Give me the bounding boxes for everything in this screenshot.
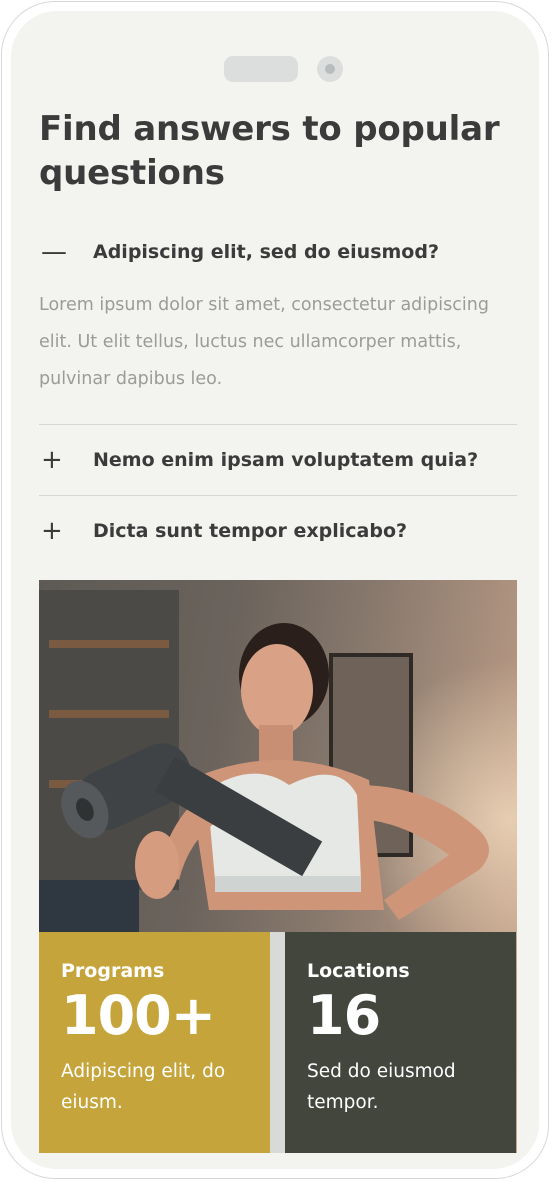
stat-value: 16 xyxy=(307,984,381,1047)
faq-item: + Nemo enim ipsam voluptatem quia? xyxy=(39,425,517,496)
phone-frame: Find answers to popular questions — Adip… xyxy=(1,1,549,1179)
faq-accordion: — Adipiscing elit, sed do eiusmod? Lorem… xyxy=(39,221,517,566)
stat-value: 100+ xyxy=(61,984,216,1047)
hero-image: Programs 100+ Adipiscing elit, do eiusm.… xyxy=(39,580,517,1153)
stat-card-programs: Programs 100+ Adipiscing elit, do eiusm. xyxy=(39,932,270,1153)
stat-label: Locations xyxy=(307,960,410,982)
stat-description: Sed do eiusmod tempor. xyxy=(307,1061,456,1113)
plus-icon[interactable]: + xyxy=(39,447,93,473)
faq-question-row[interactable]: — Adipiscing elit, sed do eiusmod? xyxy=(39,221,517,283)
minus-icon[interactable]: — xyxy=(39,239,93,265)
stat-description: Adipiscing elit, do eiusm. xyxy=(61,1061,226,1113)
page-title: Find answers to popular questions xyxy=(39,109,500,193)
stat-label: Programs xyxy=(61,960,165,982)
faq-answer: Lorem ipsum dolor sit amet, consectetur … xyxy=(39,295,489,389)
stat-card-locations: Locations 16 Sed do eiusmod tempor. xyxy=(285,932,516,1153)
speaker-notch xyxy=(224,56,298,82)
faq-question-row[interactable]: + Nemo enim ipsam voluptatem quia? xyxy=(39,425,517,495)
camera-notch xyxy=(317,56,343,82)
phone-screen: Find answers to popular questions — Adip… xyxy=(11,11,539,1169)
faq-question[interactable]: Dicta sunt tempor explicabo? xyxy=(93,520,407,542)
faq-item: — Adipiscing elit, sed do eiusmod? Lorem… xyxy=(39,221,517,425)
faq-item: + Dicta sunt tempor explicabo? xyxy=(39,496,517,566)
faq-question-row[interactable]: + Dicta sunt tempor explicabo? xyxy=(39,496,517,566)
plus-icon[interactable]: + xyxy=(39,518,93,544)
faq-question[interactable]: Adipiscing elit, sed do eiusmod? xyxy=(93,241,439,263)
faq-question[interactable]: Nemo enim ipsam voluptatem quia? xyxy=(93,449,478,471)
